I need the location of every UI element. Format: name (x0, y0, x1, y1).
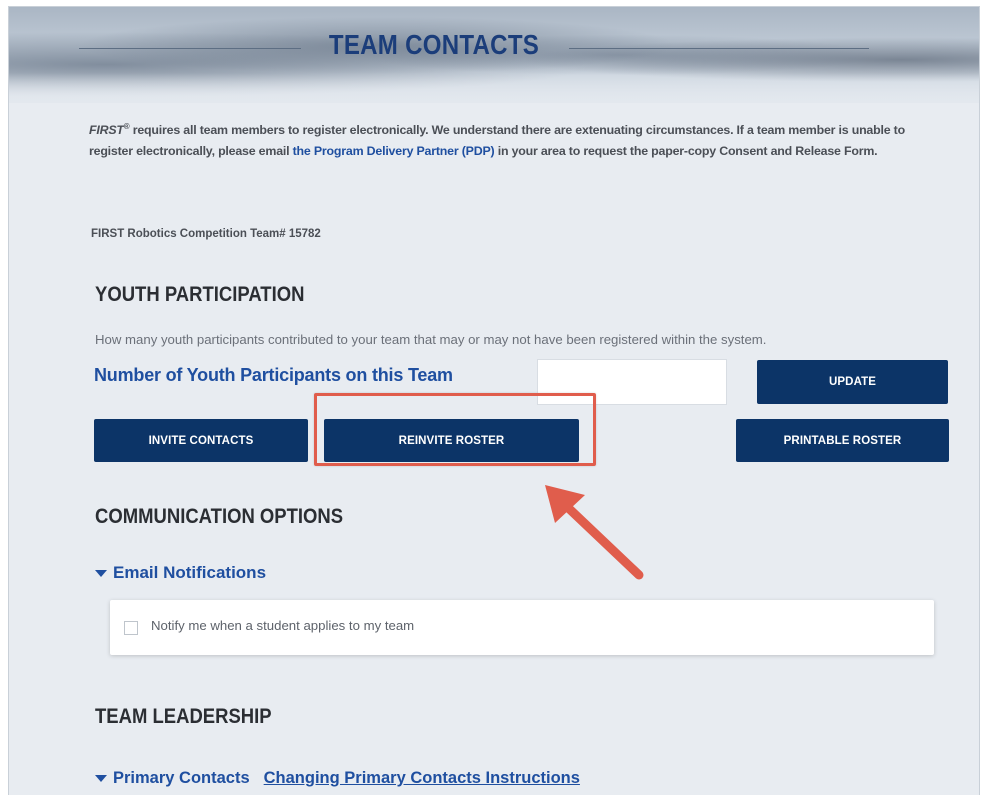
banner-rule-right (569, 48, 869, 49)
email-notifications-panel: Notify me when a student applies to my t… (110, 600, 934, 655)
primary-contacts-label: Primary Contacts (113, 769, 250, 787)
page-title: TEAM CONTACTS (328, 29, 540, 60)
notify-student-label: Notify me when a student applies to my t… (151, 618, 415, 633)
email-notifications-toggle[interactable]: Email Notifications (95, 563, 266, 583)
printable-roster-button[interactable]: PRINTABLE ROSTER (736, 419, 949, 462)
youth-participation-heading: YOUTH PARTICIPATION (95, 283, 305, 306)
update-button[interactable]: UPDATE (757, 360, 948, 404)
page-frame: TEAM CONTACTS FIRST® requires all team m… (8, 6, 980, 795)
youth-count-label: Number of Youth Participants on this Tea… (94, 365, 453, 385)
changing-primary-contacts-link[interactable]: Changing Primary Contacts Instructions (264, 769, 580, 788)
team-leadership-heading: TEAM LEADERSHIP (95, 705, 272, 728)
primary-contacts-toggle[interactable]: Primary Contacts Changing Primary Contac… (95, 769, 580, 788)
communication-options-heading: COMMUNICATION OPTIONS (95, 505, 344, 528)
first-brand: FIRST (89, 123, 124, 138)
youth-description: How many youth participants contributed … (95, 332, 767, 347)
header-banner: TEAM CONTACTS (9, 7, 979, 103)
invite-contacts-button[interactable]: INVITE CONTACTS (94, 419, 308, 462)
banner-rule-left (79, 48, 301, 49)
caret-down-icon (95, 775, 107, 782)
notice-text-2: in your area to request the paper-copy C… (494, 144, 878, 159)
notify-student-checkbox[interactable] (124, 621, 138, 635)
annotation-highlight-box (314, 393, 596, 466)
team-number: FIRST Robotics Competition Team# 15782 (91, 228, 321, 240)
registration-notice: FIRST® requires all team members to regi… (89, 116, 951, 162)
email-notifications-label: Email Notifications (113, 563, 267, 582)
annotation-arrow-icon (545, 485, 644, 580)
pdp-link[interactable]: the Program Delivery Partner (PDP) (293, 144, 495, 158)
caret-down-icon (95, 569, 107, 577)
